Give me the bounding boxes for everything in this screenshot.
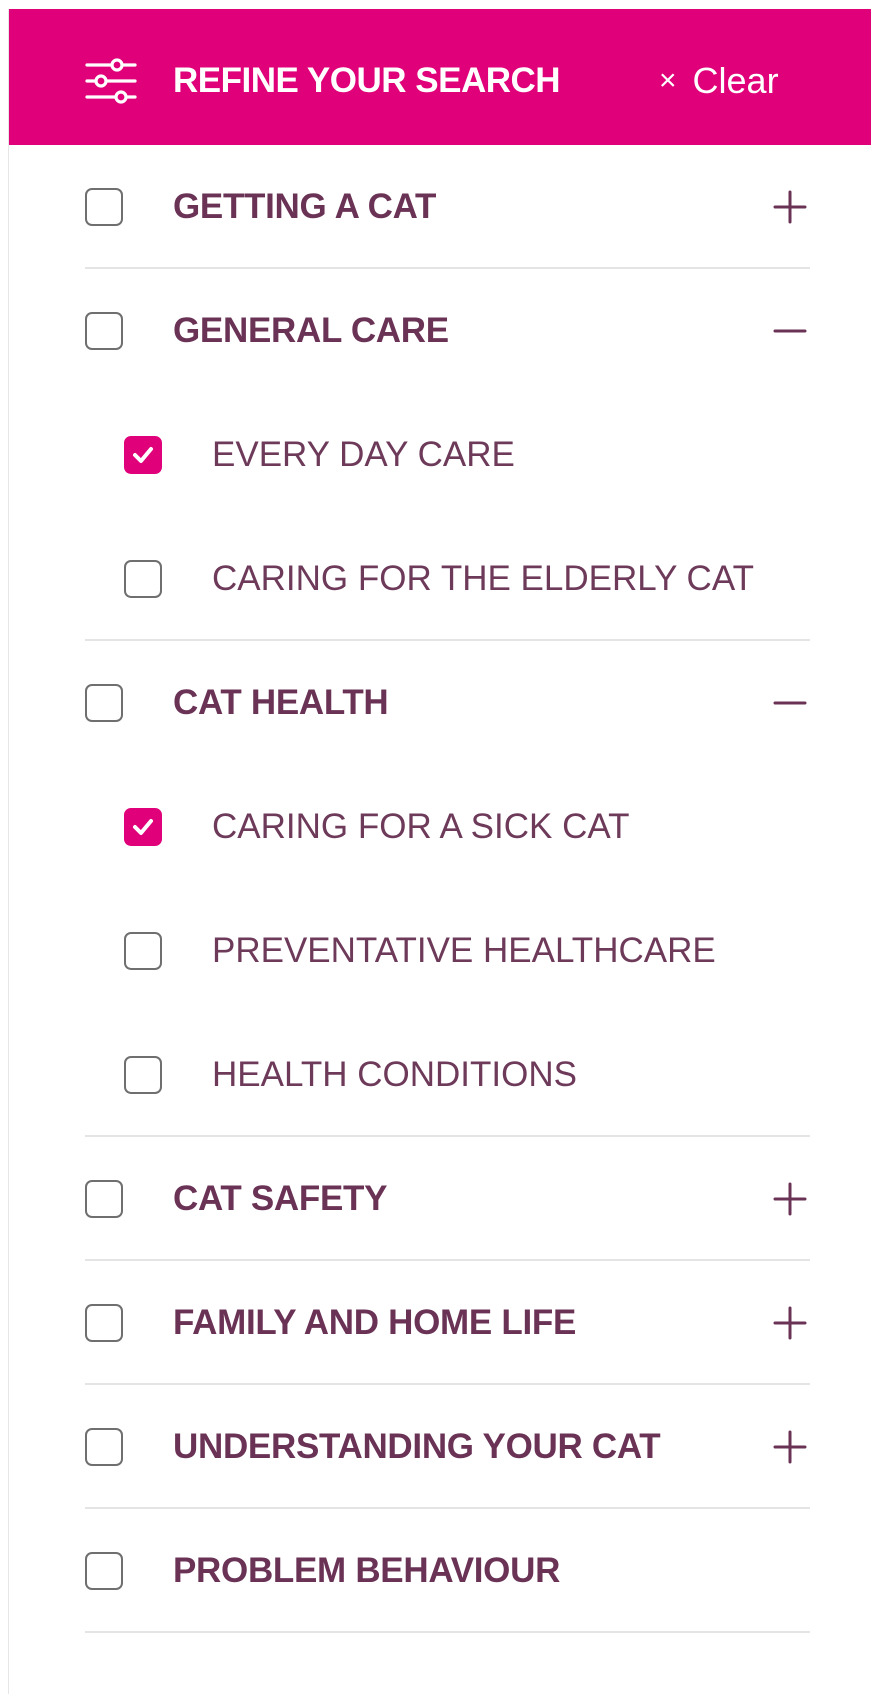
category-row-cat-safety: CAT SAFETY <box>9 1137 871 1261</box>
category-checkbox-understanding-your-cat[interactable] <box>85 1428 123 1466</box>
subcategory-row-caring-for-the-elderly-cat: CARING FOR THE ELDERLY CAT <box>9 517 871 641</box>
category-label[interactable]: GETTING A CAT <box>173 183 436 231</box>
subcategory-label[interactable]: EVERY DAY CARE <box>212 431 515 479</box>
subcategory-row-health-conditions: HEALTH CONDITIONS <box>9 1013 871 1137</box>
collapse-general-care-button[interactable] <box>770 307 810 355</box>
category-label[interactable]: GENERAL CARE <box>173 307 449 355</box>
clear-button[interactable]: × Clear <box>659 55 779 107</box>
collapse-cat-health-button[interactable] <box>770 679 810 727</box>
category-checkbox-cat-health[interactable] <box>85 684 123 722</box>
category-label[interactable]: CAT HEALTH <box>173 679 389 727</box>
subcategory-row-every-day-care: EVERY DAY CARE <box>9 393 871 517</box>
close-icon: × <box>659 64 677 97</box>
category-row-cat-health: CAT HEALTH <box>9 641 871 765</box>
category-checkbox-cat-safety[interactable] <box>85 1180 123 1218</box>
category-row-problem-behaviour: PROBLEM BEHAVIOUR <box>9 1509 871 1633</box>
category-label[interactable]: FAMILY AND HOME LIFE <box>173 1299 576 1347</box>
panel-title: REFINE YOUR SEARCH <box>173 61 561 100</box>
subcategory-checkbox-every-day-care[interactable] <box>124 436 162 474</box>
expand-family-and-home-life-button[interactable] <box>770 1299 810 1347</box>
subcategory-checkbox-caring-for-a-sick-cat[interactable] <box>124 808 162 846</box>
category-label[interactable]: CAT SAFETY <box>173 1175 387 1223</box>
sliders-icon <box>85 58 137 104</box>
subcategory-checkbox-preventative-healthcare[interactable] <box>124 932 162 970</box>
subcategory-label[interactable]: HEALTH CONDITIONS <box>212 1051 577 1099</box>
subcategory-row-caring-for-a-sick-cat: CARING FOR A SICK CAT <box>9 765 871 889</box>
category-checkbox-getting-a-cat[interactable] <box>85 188 123 226</box>
category-list: GETTING A CAT GENERAL CARE EVERY DAY CARE C… <box>9 145 871 1633</box>
refine-search-panel: REFINE YOUR SEARCH × Clear GETTING A CAT G… <box>8 9 871 1694</box>
panel-header: REFINE YOUR SEARCH × Clear <box>9 9 871 145</box>
subcategory-label[interactable]: CARING FOR THE ELDERLY CAT <box>212 555 754 603</box>
category-label[interactable]: UNDERSTANDING YOUR CAT <box>173 1423 661 1471</box>
expand-cat-safety-button[interactable] <box>770 1175 810 1223</box>
category-row-getting-a-cat: GETTING A CAT <box>9 145 871 269</box>
subcategory-checkbox-caring-for-the-elderly-cat[interactable] <box>124 560 162 598</box>
subcategory-label[interactable]: PREVENTATIVE HEALTHCARE <box>212 927 716 975</box>
expand-getting-a-cat-button[interactable] <box>770 183 810 231</box>
subcategory-row-preventative-healthcare: PREVENTATIVE HEALTHCARE <box>9 889 871 1013</box>
clear-label: Clear <box>692 60 779 101</box>
category-checkbox-family-and-home-life[interactable] <box>85 1304 123 1342</box>
category-row-family-and-home-life: FAMILY AND HOME LIFE <box>9 1261 871 1385</box>
subcategory-checkbox-health-conditions[interactable] <box>124 1056 162 1094</box>
expand-understanding-your-cat-button[interactable] <box>770 1423 810 1471</box>
category-row-general-care: GENERAL CARE <box>9 269 871 393</box>
category-checkbox-general-care[interactable] <box>85 312 123 350</box>
category-row-understanding-your-cat: UNDERSTANDING YOUR CAT <box>9 1385 871 1509</box>
category-label[interactable]: PROBLEM BEHAVIOUR <box>173 1547 560 1595</box>
category-checkbox-problem-behaviour[interactable] <box>85 1552 123 1590</box>
subcategory-label[interactable]: CARING FOR A SICK CAT <box>212 803 629 851</box>
